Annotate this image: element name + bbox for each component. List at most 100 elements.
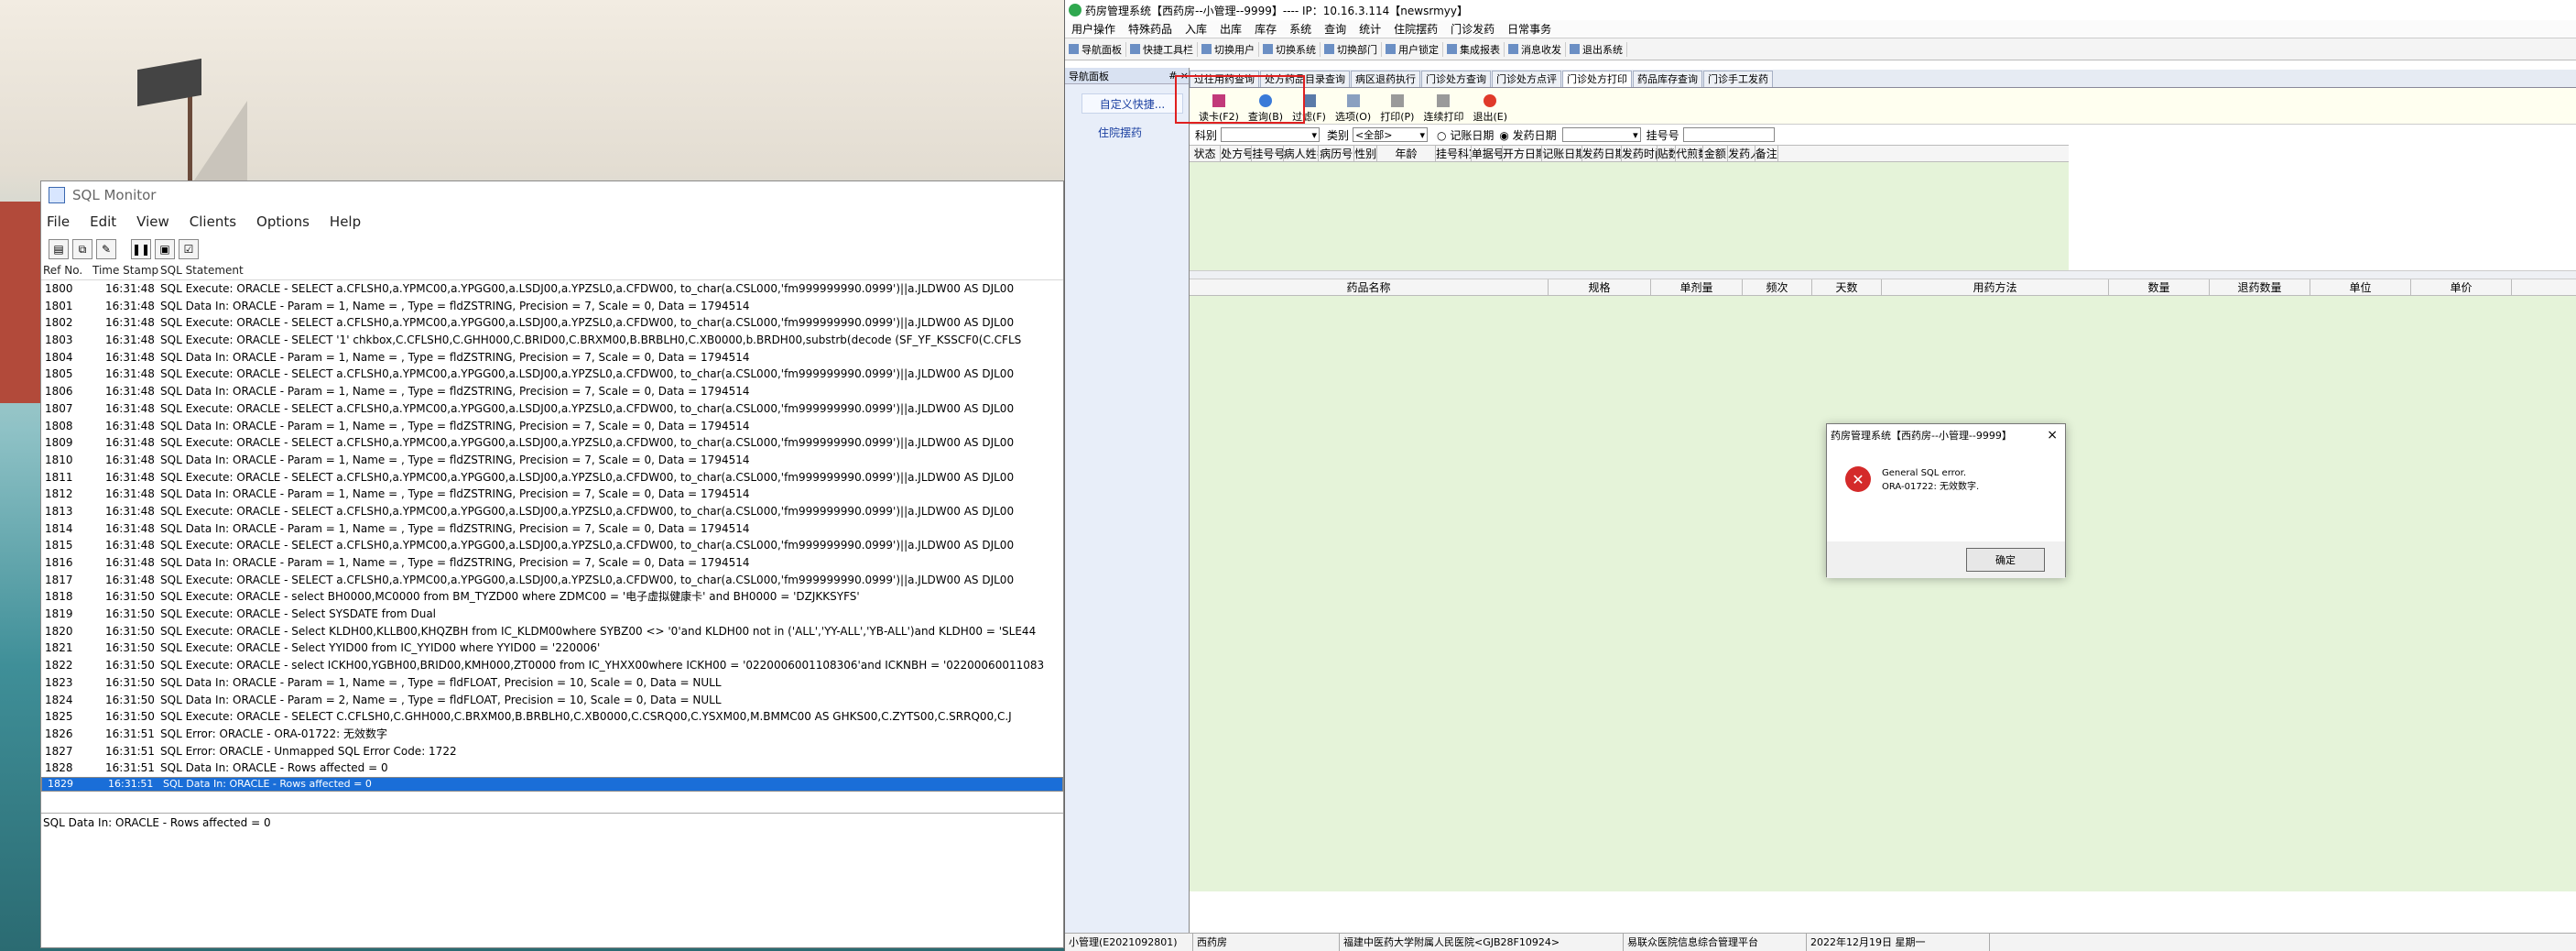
log-row[interactable]: 1807 16:31:48 SQL Execute: ORACLE - SELECT… — [41, 400, 1063, 418]
grid1-col[interactable]: 性别 — [1354, 146, 1378, 161]
log-row[interactable]: 1813 16:31:48 SQL Execute: ORACLE - SELECT… — [41, 503, 1063, 520]
pause-icon[interactable]: ❚❚ — [131, 239, 151, 259]
log-row[interactable]: 1800 16:31:48 SQL Execute: ORACLE - SELECT… — [41, 280, 1063, 298]
tool-messages[interactable]: 消息收发 — [1505, 41, 1566, 57]
grid1-col[interactable]: 贴数 — [1658, 146, 1677, 161]
prescription-grid-body[interactable] — [1190, 162, 2069, 270]
copy-icon[interactable]: ⧉ — [72, 239, 92, 259]
log-row[interactable]: 1828 16:31:51 SQL Data In: ORACLE - Rows a… — [41, 760, 1063, 777]
grid1-col[interactable]: 病人姓名 — [1284, 146, 1320, 161]
tool-lock-user[interactable]: 用户锁定 — [1382, 41, 1443, 57]
check-icon[interactable]: ☑ — [179, 239, 199, 259]
grid1-col[interactable]: 挂号科室 — [1436, 146, 1472, 161]
dialog-titlebar[interactable]: 药房管理系统【西药房--小管理--9999】 × — [1827, 424, 2065, 446]
grid2-col[interactable]: 频次 — [1743, 279, 1812, 295]
col-ref-no[interactable]: Ref No. — [41, 264, 92, 279]
grid1-col[interactable]: 备注 — [1755, 146, 1778, 161]
grid1-col[interactable]: 年龄 — [1377, 146, 1436, 161]
close-icon[interactable]: × — [2047, 428, 2058, 443]
log-row[interactable]: 1802 16:31:48 SQL Execute: ORACLE - SELECT… — [41, 314, 1063, 332]
log-row[interactable]: 1829 16:31:51 SQL Data In: ORACLE - Rows a… — [41, 776, 1063, 792]
nav-item-inpatient-dispense[interactable]: 住院摆药 — [1098, 125, 1189, 140]
dept-select[interactable]: ▾ — [1221, 127, 1321, 142]
radio-dispense-date[interactable]: ◉ 发药日期 — [1499, 127, 1556, 143]
log-row[interactable]: 1827 16:31:51 SQL Error: ORACLE - Unmapped… — [41, 743, 1063, 760]
tab-2[interactable]: 病区退药执行 — [1351, 71, 1420, 87]
tool-quick-toolbar[interactable]: 快捷工具栏 — [1126, 41, 1198, 57]
continuous-print-button[interactable]: 连续打印 — [1423, 94, 1463, 124]
grid2-col[interactable]: 单位 — [2310, 279, 2411, 295]
menu-system[interactable]: 系统 — [1283, 21, 1318, 37]
tab-5[interactable]: 门诊处方打印 — [1562, 71, 1632, 87]
log-row[interactable]: 1810 16:31:48 SQL Data In: ORACLE - Param … — [41, 452, 1063, 469]
log-row[interactable]: 1803 16:31:48 SQL Execute: ORACLE - SELECT… — [41, 332, 1063, 349]
log-row[interactable]: 1808 16:31:48 SQL Data In: ORACLE - Param … — [41, 418, 1063, 435]
grid1-col[interactable]: 状态 — [1190, 146, 1222, 161]
options-button[interactable]: 选项(O) — [1335, 94, 1371, 124]
log-row[interactable]: 1817 16:31:48 SQL Execute: ORACLE - SELECT… — [41, 572, 1063, 589]
grid1-col[interactable]: 处方号 — [1221, 146, 1253, 161]
menu-stock-out[interactable]: 出库 — [1213, 21, 1248, 37]
log-row[interactable]: 1819 16:31:50 SQL Execute: ORACLE - Select… — [41, 606, 1063, 623]
tab-3[interactable]: 门诊处方查询 — [1421, 71, 1491, 87]
menu-daily-tasks[interactable]: 日常事务 — [1501, 21, 1558, 37]
log-row[interactable]: 1814 16:31:48 SQL Data In: ORACLE - Param … — [41, 520, 1063, 538]
menu-special-drugs[interactable]: 特殊药品 — [1122, 21, 1179, 37]
splitter[interactable] — [1190, 270, 2576, 279]
menu-view[interactable]: View — [136, 213, 169, 230]
menu-user-ops[interactable]: 用户操作 — [1065, 21, 1122, 37]
tab-7[interactable]: 门诊手工发药 — [1703, 71, 1773, 87]
grid1-col[interactable]: 发药日期 — [1582, 146, 1622, 161]
col-sql-statement[interactable]: SQL Statement — [160, 264, 1063, 279]
menu-edit[interactable]: Edit — [90, 213, 116, 230]
sql-monitor-titlebar[interactable]: SQL Monitor — [41, 181, 1063, 209]
tab-4[interactable]: 门诊处方点评 — [1492, 71, 1561, 87]
log-row[interactable]: 1821 16:31:50 SQL Execute: ORACLE - Select… — [41, 639, 1063, 657]
app-titlebar[interactable]: 药房管理系统【西药房--小管理--9999】---- IP：10.16.3.11… — [1065, 0, 2576, 20]
reg-no-input[interactable] — [1682, 127, 1775, 142]
log-row[interactable]: 1820 16:31:50 SQL Execute: ORACLE - Select… — [41, 623, 1063, 640]
clear-icon[interactable]: ✎ — [96, 239, 116, 259]
tool-reports[interactable]: 集成报表 — [1443, 41, 1505, 57]
log-row[interactable]: 1804 16:31:48 SQL Data In: ORACLE - Param … — [41, 349, 1063, 366]
menu-options[interactable]: Options — [256, 213, 310, 230]
ok-button[interactable]: 确定 — [1966, 548, 2045, 572]
grid1-col[interactable]: 金额 — [1703, 146, 1729, 161]
log-row[interactable]: 1805 16:31:48 SQL Execute: ORACLE - SELECT… — [41, 366, 1063, 383]
menu-clients[interactable]: Clients — [190, 213, 236, 230]
grid2-col[interactable]: 药品名称 — [1190, 279, 1549, 295]
menu-outpatient-dispense[interactable]: 门诊发药 — [1444, 21, 1501, 37]
log-row[interactable]: 1823 16:31:50 SQL Data In: ORACLE - Param … — [41, 674, 1063, 692]
grid2-col[interactable]: 单剂量 — [1651, 279, 1743, 295]
log-list[interactable]: 1800 16:31:48 SQL Execute: ORACLE - SELECT… — [41, 280, 1063, 813]
log-row[interactable]: 1815 16:31:48 SQL Execute: ORACLE - SELECT… — [41, 537, 1063, 554]
tool-nav-panel[interactable]: 导航面板 — [1065, 41, 1126, 57]
tool-switch-system[interactable]: 切换系统 — [1259, 41, 1321, 57]
save-icon[interactable]: ▤ — [49, 239, 69, 259]
grid2-col[interactable]: 退药数量 — [2210, 279, 2310, 295]
log-row[interactable]: 1801 16:31:48 SQL Data In: ORACLE - Param … — [41, 298, 1063, 315]
window-icon[interactable]: ▣ — [155, 239, 175, 259]
grid2-col[interactable]: 规格 — [1549, 279, 1651, 295]
category-select[interactable]: <全部> ▾ — [1353, 127, 1429, 142]
menu-inventory[interactable]: 库存 — [1248, 21, 1283, 37]
log-row[interactable]: 1811 16:31:48 SQL Execute: ORACLE - SELECT… — [41, 469, 1063, 486]
drug-detail-grid-body[interactable] — [1190, 296, 2576, 891]
print-button[interactable]: 打印(P) — [1380, 94, 1414, 124]
grid1-col[interactable]: 病历号 — [1319, 146, 1355, 161]
log-row[interactable]: 1812 16:31:48 SQL Data In: ORACLE - Param … — [41, 486, 1063, 503]
nav-group-custom-shortcuts[interactable]: 自定义快捷... — [1081, 93, 1183, 114]
log-row[interactable]: 1818 16:31:50 SQL Execute: ORACLE - select… — [41, 588, 1063, 606]
tool-switch-user[interactable]: 切换用户 — [1198, 41, 1259, 57]
radio-record-date[interactable]: ○ 记账日期 — [1437, 127, 1494, 143]
grid1-col[interactable]: 发药人 — [1728, 146, 1755, 161]
grid1-col[interactable]: 代煎数 — [1676, 146, 1703, 161]
menu-inpatient-dispense[interactable]: 住院摆药 — [1387, 21, 1444, 37]
grid1-col[interactable]: 开方日期 — [1503, 146, 1543, 161]
menu-query[interactable]: 查询 — [1318, 21, 1353, 37]
grid1-col[interactable]: 单据号 — [1472, 146, 1503, 161]
log-row[interactable]: 1826 16:31:51 SQL Error: ORACLE - ORA-0172… — [41, 726, 1063, 743]
menu-statistics[interactable]: 统计 — [1353, 21, 1387, 37]
grid2-col[interactable]: 天数 — [1812, 279, 1882, 295]
log-row[interactable]: 1825 16:31:50 SQL Execute: ORACLE - SELECT… — [41, 708, 1063, 726]
